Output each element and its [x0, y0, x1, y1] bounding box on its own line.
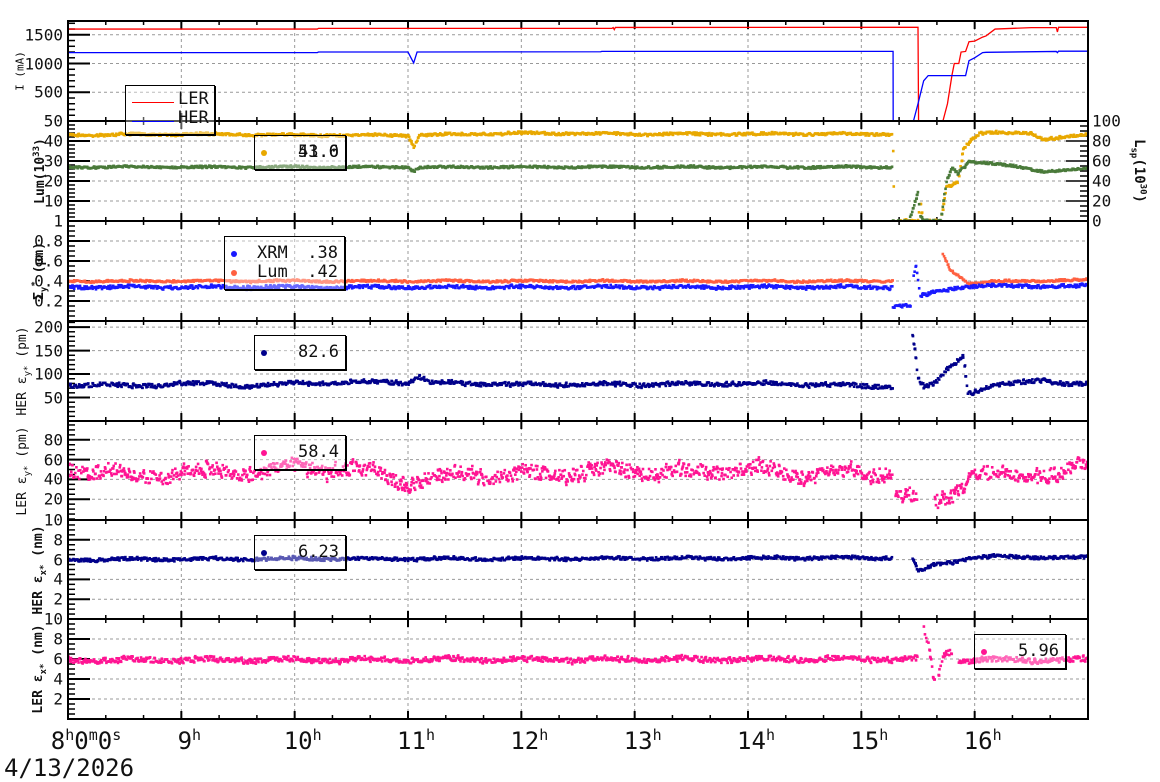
data-point	[920, 211, 924, 214]
data-point	[890, 165, 894, 169]
data-point	[941, 205, 945, 209]
data-point	[191, 284, 194, 288]
data-point	[916, 193, 919, 197]
data-point	[995, 129, 998, 133]
data-point	[917, 202, 921, 206]
data-point	[956, 181, 959, 185]
panel-current	[67, 20, 1089, 122]
data-point	[946, 263, 950, 266]
panel-frame	[67, 20, 1089, 122]
data-point	[945, 180, 948, 184]
data-point	[943, 257, 947, 260]
series-group	[68, 129, 1088, 221]
data-point	[948, 174, 951, 177]
panel-luminosity	[67, 120, 1089, 222]
data-point	[945, 260, 949, 263]
data-point	[892, 185, 896, 188]
data-point	[891, 149, 895, 153]
data-point	[698, 133, 702, 137]
data-point	[943, 192, 946, 196]
data-point	[891, 279, 894, 282]
data-point	[977, 134, 980, 137]
data-point	[416, 139, 419, 143]
data-point	[961, 152, 965, 155]
data-point	[413, 144, 417, 148]
data-point	[890, 132, 894, 136]
data-point	[910, 210, 914, 214]
series-line-her	[68, 50, 1088, 121]
data-point	[912, 204, 916, 207]
series-line-ler	[68, 26, 1088, 121]
data-point	[912, 206, 915, 210]
data-point	[960, 159, 964, 163]
data-point	[916, 190, 920, 194]
data-point	[949, 170, 952, 174]
data-point	[413, 170, 417, 174]
data-point	[964, 146, 967, 149]
data-point	[72, 287, 76, 291]
data-point	[964, 165, 967, 169]
beam-monitor-chart: 500 1000 1500 I (mA) 1 10 20 30 40 50 0 20 40 60 80 100…	[0, 0, 1160, 782]
data-point	[78, 284, 82, 288]
panel-sigma_y	[67, 220, 1089, 322]
data-point	[942, 199, 946, 202]
data-point	[947, 265, 951, 269]
data-point	[910, 213, 913, 217]
data-point	[940, 212, 944, 216]
data-point	[917, 211, 921, 214]
data-point	[76, 284, 79, 288]
data-point	[196, 286, 200, 290]
series-group	[68, 26, 1088, 121]
data-point	[944, 187, 947, 191]
data-point	[410, 139, 413, 143]
data-point	[942, 208, 945, 212]
data-point	[407, 135, 411, 139]
data-point	[942, 202, 946, 206]
data-point	[127, 286, 131, 290]
data-point	[915, 197, 919, 200]
data-point	[914, 200, 917, 203]
